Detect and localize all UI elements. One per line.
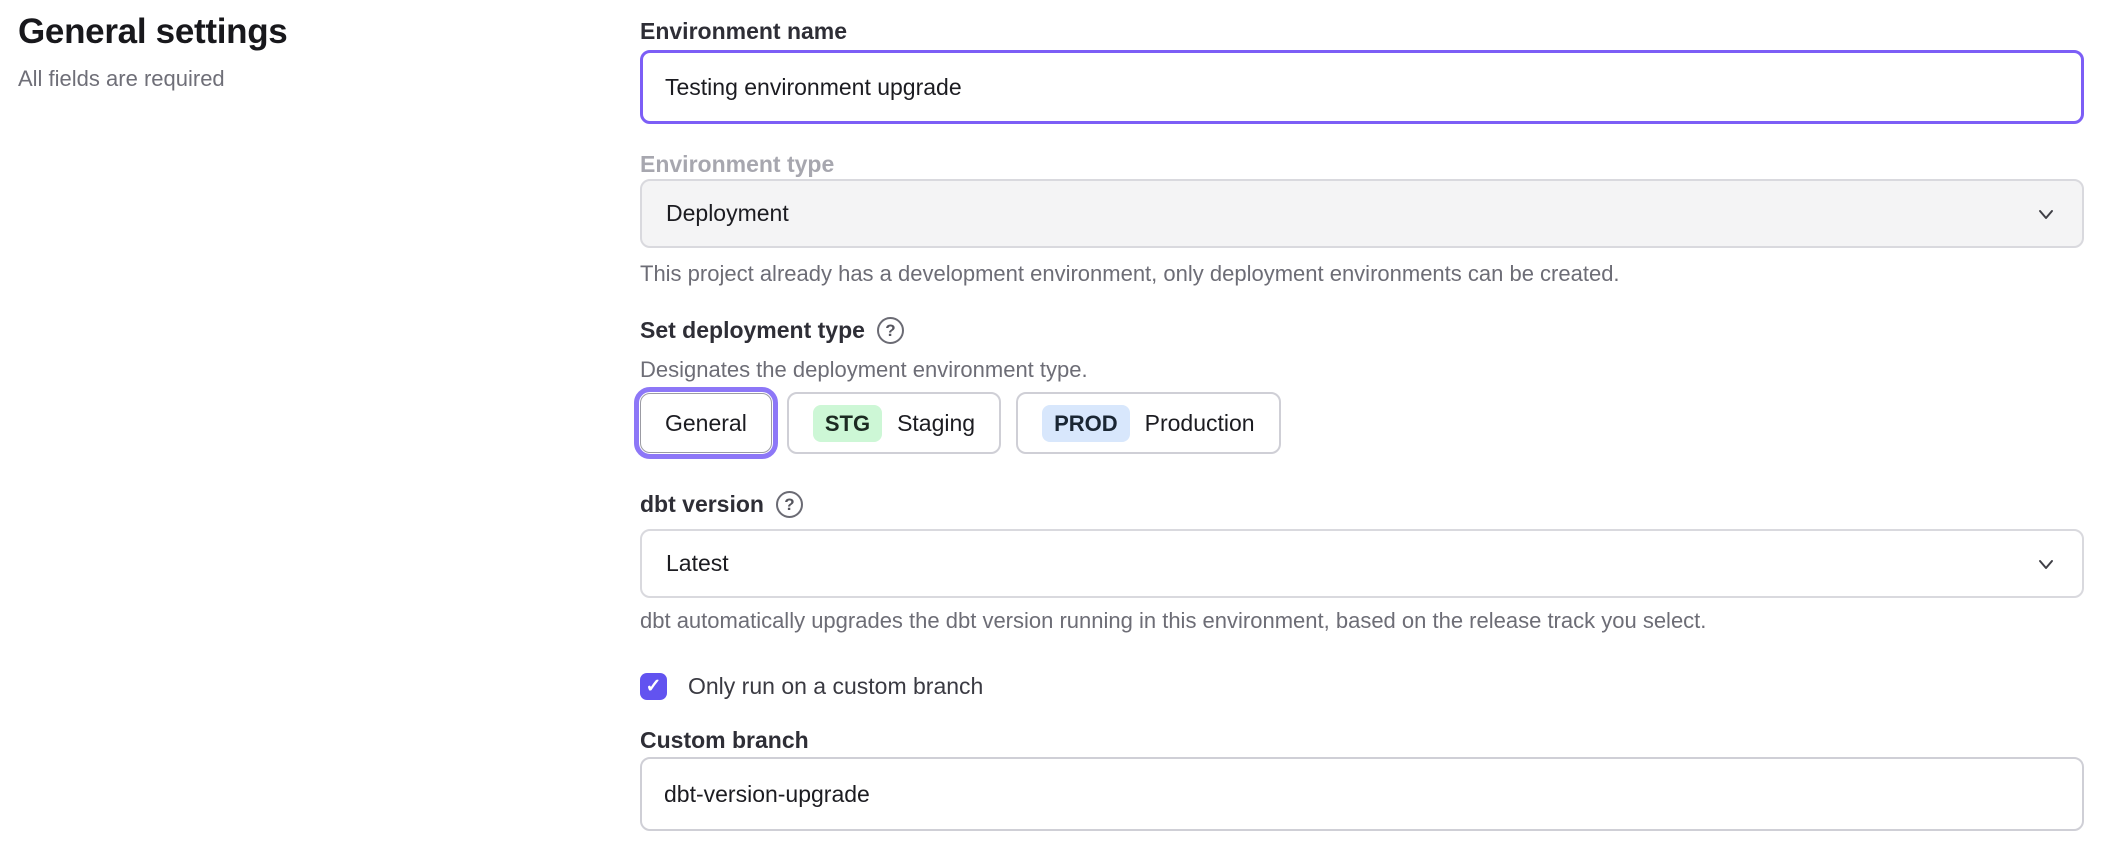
environment-type-helper: This project already has a development e… — [640, 261, 2084, 287]
environment-form: Environment name Environment type Deploy… — [640, 0, 2084, 864]
environment-name-input[interactable] — [640, 50, 2084, 124]
dbt-version-value: Latest — [666, 550, 729, 577]
staging-button-label: Staging — [897, 410, 975, 437]
production-badge: PROD — [1042, 405, 1130, 442]
question-glyph: ? — [784, 495, 794, 515]
chevron-down-icon — [2034, 552, 2058, 576]
settings-header: General settings All fields are required — [18, 12, 287, 92]
help-icon[interactable]: ? — [877, 317, 904, 344]
general-button-label: General — [665, 410, 747, 437]
page-title: General settings — [18, 12, 287, 52]
checkmark-icon: ✓ — [646, 677, 662, 696]
deployment-type-general-button[interactable]: General — [640, 393, 772, 453]
environment-name-label: Environment name — [640, 18, 2084, 45]
staging-badge: STG — [813, 405, 882, 442]
environment-type-value: Deployment — [666, 200, 789, 227]
page-subtitle: All fields are required — [18, 66, 287, 92]
production-button-label: Production — [1145, 410, 1255, 437]
help-icon[interactable]: ? — [776, 491, 803, 518]
deployment-type-label: Set deployment type ? — [640, 317, 2084, 344]
custom-branch-checkbox[interactable]: ✓ — [640, 673, 667, 700]
deployment-type-production-button[interactable]: PROD Production — [1016, 392, 1281, 454]
environment-type-label: Environment type — [640, 151, 2084, 178]
question-glyph: ? — [885, 321, 895, 341]
environment-type-select[interactable]: Deployment — [640, 179, 2084, 248]
dbt-version-label: dbt version ? — [640, 491, 2084, 518]
chevron-down-icon — [2034, 202, 2058, 226]
deployment-type-helper: Designates the deployment environment ty… — [640, 357, 2084, 383]
dbt-version-select[interactable]: Latest — [640, 529, 2084, 598]
custom-branch-input[interactable] — [640, 757, 2084, 831]
custom-branch-checkbox-label: Only run on a custom branch — [688, 673, 983, 700]
dbt-version-helper: dbt automatically upgrades the dbt versi… — [640, 608, 2084, 634]
dbt-version-label-text: dbt version — [640, 491, 764, 518]
custom-branch-label: Custom branch — [640, 727, 2084, 754]
deployment-type-label-text: Set deployment type — [640, 317, 865, 344]
deployment-type-staging-button[interactable]: STG Staging — [787, 392, 1001, 454]
